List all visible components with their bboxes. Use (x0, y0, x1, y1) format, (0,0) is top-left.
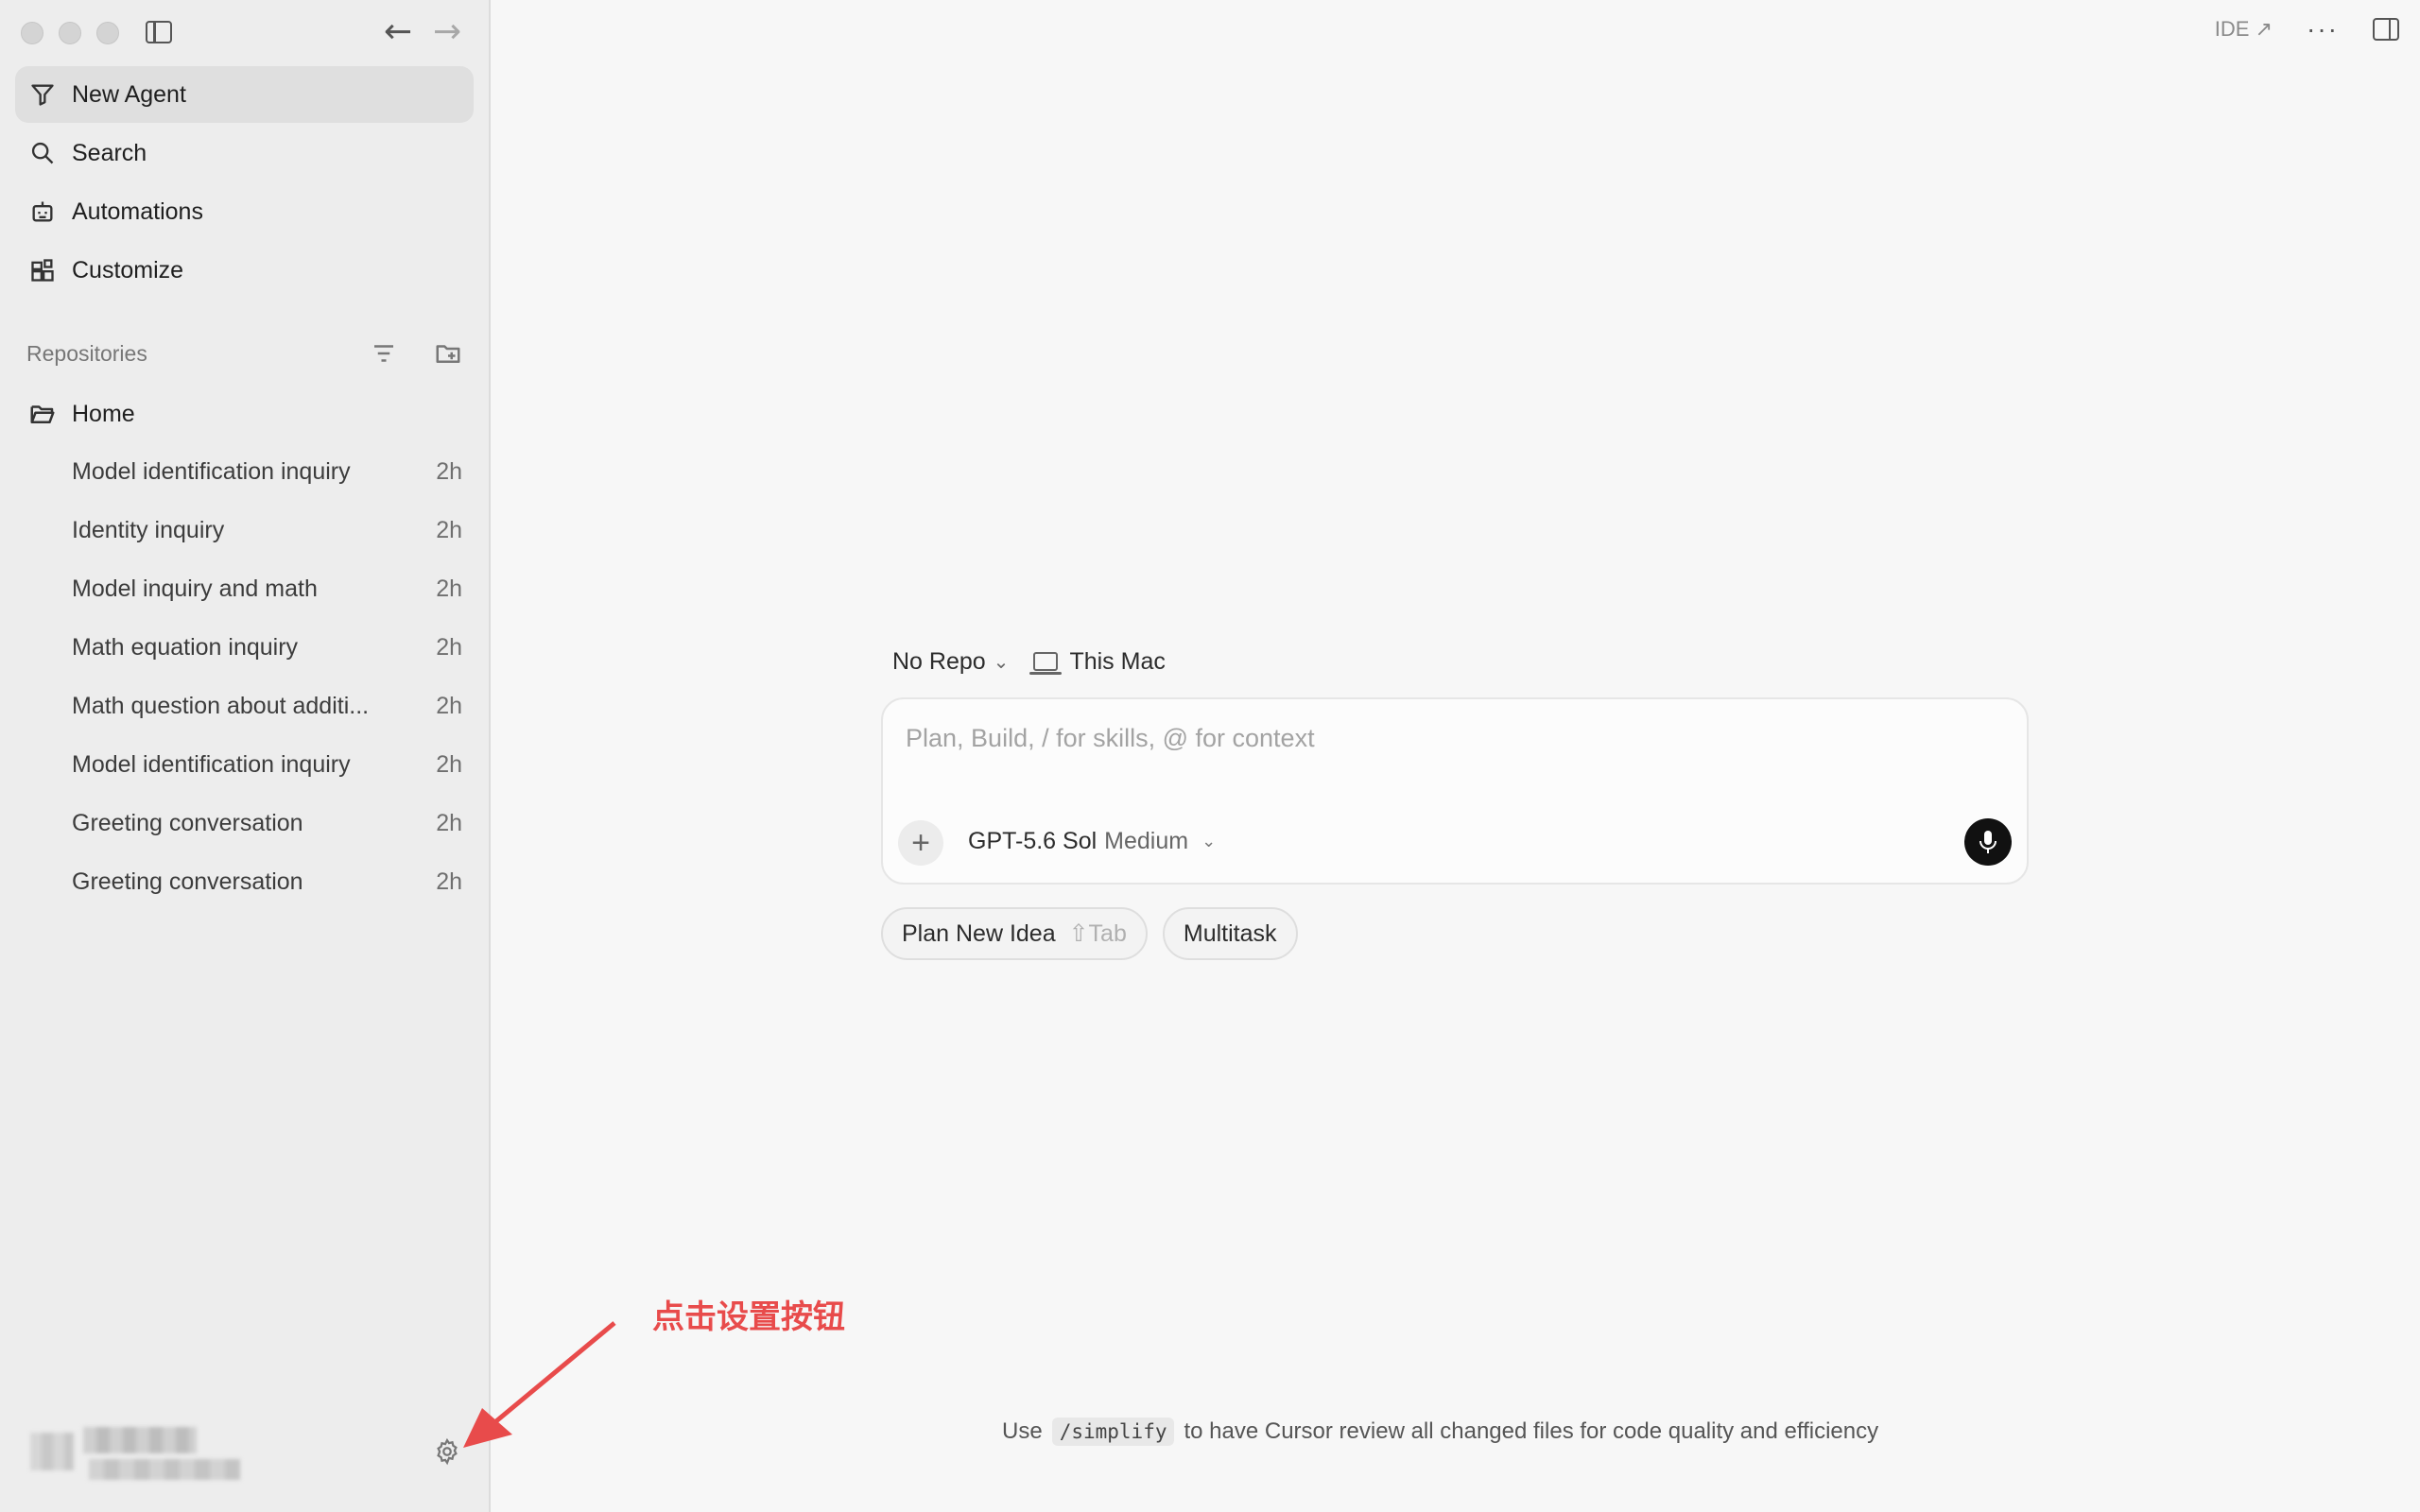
window-controls (21, 22, 119, 44)
model-selector[interactable]: GPT-5.6 Sol Medium ⌄ (968, 828, 1216, 855)
app-window: ← → New Agent Search Automations Customi… (0, 0, 2420, 1512)
chevron-down-icon[interactable]: ⌄ (994, 650, 1010, 674)
suggestion-chips: Plan New Idea ⇧Tab Multitask (881, 907, 2029, 960)
thread-title: Greeting conversation (72, 868, 303, 895)
tip-text: Use /simplify to have Cursor review all … (1002, 1418, 1878, 1446)
plan-new-idea-chip[interactable]: Plan New Idea ⇧Tab (881, 907, 1148, 960)
thread-item[interactable]: Greeting conversation 2h (15, 794, 474, 852)
menu-item-automations[interactable]: Automations (15, 183, 474, 240)
titlebar: ← → (0, 0, 489, 66)
search-icon (28, 139, 57, 167)
thread-age: 2h (436, 809, 462, 836)
tip-suffix: to have Cursor review all changed files … (1184, 1418, 1879, 1444)
avatar (30, 1433, 74, 1470)
thread-item[interactable]: Identity inquiry 2h (15, 501, 474, 559)
menu-item-search[interactable]: Search (15, 125, 474, 181)
menu-item-label: New Agent (72, 80, 186, 108)
robot-icon (28, 198, 57, 226)
menu-item-new-agent[interactable]: New Agent (15, 66, 474, 123)
thread-age: 2h (436, 692, 462, 719)
tip-command: /simplify (1051, 1418, 1175, 1446)
thread-age: 2h (436, 633, 462, 661)
repositories-label: Repositories (26, 340, 147, 366)
thread-title: Greeting conversation (72, 809, 303, 836)
voice-input-button[interactable] (1964, 818, 2012, 866)
chip-label: Multitask (1183, 919, 1277, 947)
thread-item[interactable]: Model inquiry and math 2h (15, 559, 474, 618)
tip-prefix: Use (1002, 1418, 1043, 1444)
thread-age: 2h (436, 575, 462, 602)
main-menu: New Agent Search Automations Customize (0, 66, 489, 299)
thread-age: 2h (436, 868, 462, 895)
zoom-window-button[interactable] (96, 22, 119, 44)
thread-item[interactable]: Math question about additi... 2h (15, 677, 474, 735)
thread-title: Math equation inquiry (72, 633, 299, 661)
main-area: IDE ↗ ··· No Repo ⌄ This Mac Plan, Build… (491, 0, 2420, 1512)
repositories-header: Repositories (26, 335, 462, 372)
chip-label: Plan New Idea (902, 919, 1056, 947)
repo-selector[interactable]: No Repo (892, 648, 986, 676)
thread-age: 2h (436, 750, 462, 778)
open-ide-link[interactable]: IDE ↗ (2215, 17, 2273, 42)
annotation-label: 点击设置按钮 (652, 1298, 845, 1336)
machine-selector[interactable]: This Mac (1069, 648, 1165, 676)
top-toolbar: IDE ↗ ··· (2215, 16, 2399, 43)
thread-age: 2h (436, 516, 462, 543)
context-row: No Repo ⌄ This Mac (881, 633, 2029, 690)
chevron-down-icon: ⌄ (1201, 832, 1217, 850)
thread-title: Identity inquiry (72, 516, 225, 543)
chip-shortcut: ⇧Tab (1068, 920, 1127, 947)
menu-item-label: Automations (72, 198, 203, 225)
sidebar: ← → New Agent Search Automations Customi… (0, 0, 491, 1512)
thread-age: 2h (436, 457, 462, 485)
user-account-area[interactable] (13, 1423, 240, 1484)
new-folder-icon[interactable] (434, 339, 462, 368)
filter-icon[interactable] (370, 339, 398, 368)
laptop-icon (1029, 652, 1063, 675)
menu-item-label: Customize (72, 256, 184, 284)
panel-toggle-icon[interactable] (2373, 18, 2399, 41)
model-name: GPT-5.6 Sol (968, 828, 1098, 854)
minimize-window-button[interactable] (59, 22, 81, 44)
thread-item[interactable]: Model identification inquiry 2h (15, 735, 474, 794)
folder-open-icon (30, 405, 55, 423)
folder-label: Home (72, 400, 135, 427)
add-attachment-button[interactable]: + (898, 820, 943, 866)
back-arrow-icon[interactable]: ← (384, 13, 412, 51)
sidebar-toggle-icon[interactable] (146, 21, 172, 43)
thread-item[interactable]: Math equation inquiry 2h (15, 618, 474, 677)
thread-title: Model inquiry and math (72, 575, 318, 602)
forward-arrow-icon[interactable]: → (433, 13, 461, 51)
prompt-composer[interactable]: Plan, Build, / for skills, @ for context… (881, 697, 2029, 885)
thread-title: Math question about additi... (72, 692, 370, 719)
customize-icon (28, 256, 57, 284)
redacted-user-plan (89, 1459, 240, 1480)
repository-tree: Home Model identification inquiry 2h Iden… (15, 386, 474, 911)
more-options-icon[interactable]: ··· (2307, 16, 2339, 43)
new-agent-icon (28, 80, 57, 109)
redacted-username (83, 1427, 197, 1453)
close-window-button[interactable] (21, 22, 43, 44)
prompt-input[interactable]: Plan, Build, / for skills, @ for context (906, 724, 1315, 753)
model-effort: Medium (1104, 828, 1189, 854)
thread-title: Model identification inquiry (72, 457, 351, 485)
menu-item-label: Search (72, 139, 147, 166)
menu-item-customize[interactable]: Customize (15, 242, 474, 299)
annotation-arrow (463, 1321, 616, 1448)
composer-section: No Repo ⌄ This Mac Plan, Build, / for sk… (881, 633, 2029, 960)
thread-title: Model identification inquiry (72, 750, 351, 778)
thread-item[interactable]: Greeting conversation 2h (15, 852, 474, 911)
microphone-icon (1979, 831, 1996, 853)
multitask-chip[interactable]: Multitask (1162, 907, 1298, 960)
folder-home[interactable]: Home (15, 386, 474, 442)
thread-item[interactable]: Model identification inquiry 2h (15, 442, 474, 501)
